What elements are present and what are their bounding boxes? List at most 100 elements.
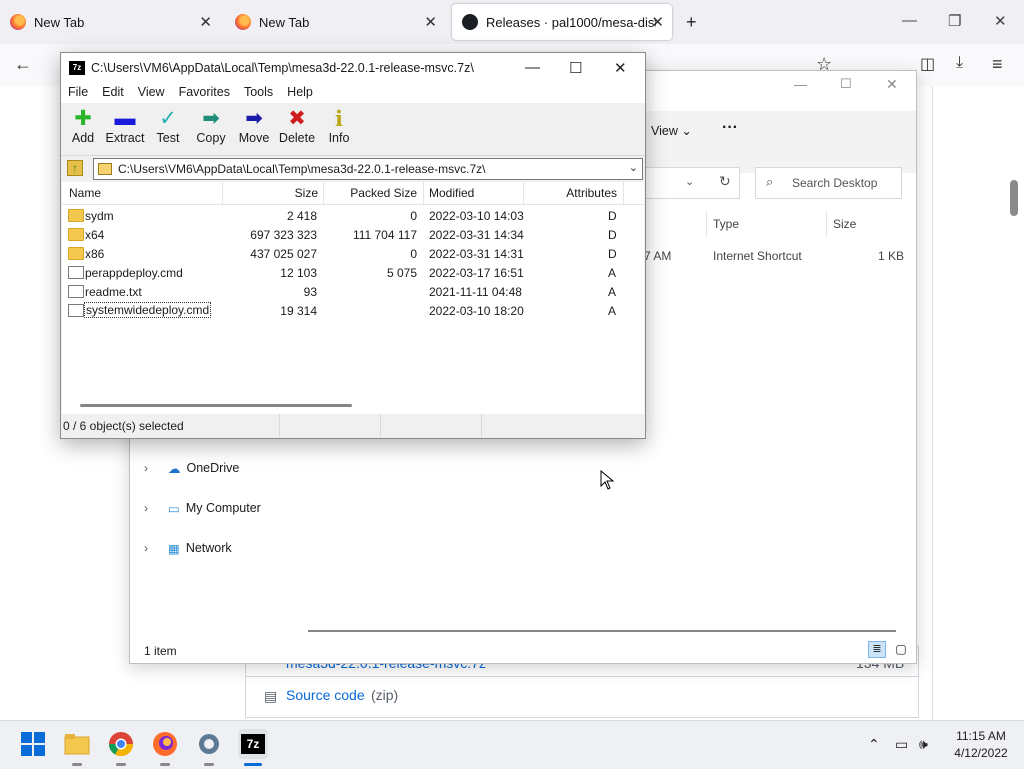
add-button[interactable]: ✚ Add	[61, 107, 105, 145]
chevron-right-icon[interactable]: ›	[144, 461, 160, 475]
button-label: Add	[71, 131, 95, 145]
source-code-link[interactable]: Source code	[286, 687, 365, 703]
details-view-icon[interactable]: ≣	[868, 641, 886, 658]
folder-up-icon[interactable]: ↑	[67, 160, 83, 176]
menu-tools[interactable]: Tools	[237, 83, 280, 103]
gear-icon	[199, 734, 219, 754]
search-box[interactable]: ⌕ Search Desktop	[755, 167, 902, 199]
settings-taskbar-button[interactable]	[194, 729, 224, 759]
close-tab-icon[interactable]: ✕	[199, 13, 212, 31]
status-cell	[280, 414, 381, 437]
file-size: 2 418	[286, 209, 317, 223]
list-item[interactable]: systemwidedeploy.cmd 19 314 2022-03-10 1…	[62, 301, 644, 320]
close-tab-icon[interactable]: ✕	[424, 13, 437, 31]
path-combobox[interactable]: C:\Users\VM6\AppData\Local\Temp\mesa3d-2…	[93, 158, 643, 180]
more-options-icon[interactable]: ···	[722, 119, 738, 137]
menu-file[interactable]: File	[61, 83, 95, 103]
menu-icon[interactable]: ≡	[992, 54, 1003, 75]
network-icon[interactable]: ▭	[895, 736, 908, 753]
close-icon[interactable]: ✕	[886, 76, 898, 93]
column-size[interactable]: Size	[222, 186, 318, 200]
maximize-icon[interactable]: ☐	[840, 76, 852, 92]
volume-icon[interactable]: 🕪	[919, 736, 928, 753]
list-item[interactable]: readme.txt 93 2021-11-11 04:48 A	[62, 282, 644, 301]
minimize-icon[interactable]: —	[525, 59, 540, 76]
large-icons-view-icon[interactable]: ▢	[892, 641, 910, 658]
file-explorer-taskbar-button[interactable]	[62, 729, 92, 759]
button-label: Copy	[196, 131, 226, 145]
menu-help[interactable]: Help	[280, 83, 320, 103]
horizontal-scrollbar[interactable]	[308, 630, 896, 632]
restore-icon[interactable]: ❐	[948, 12, 961, 30]
sevenzip-taskbar-button[interactable]: 7z	[238, 729, 268, 759]
maximize-icon[interactable]: ☐	[569, 59, 582, 77]
menu-favorites[interactable]: Favorites	[172, 83, 237, 103]
firefox-icon	[153, 732, 177, 756]
chevron-down-icon[interactable]: ⌄	[629, 161, 638, 174]
chevron-right-icon[interactable]: ›	[144, 541, 160, 555]
view-button[interactable]: View ⌄	[651, 123, 692, 138]
chevron-right-icon[interactable]: ›	[144, 501, 160, 515]
column-packed-size[interactable]: Packed Size	[323, 186, 417, 200]
list-item[interactable]: perappdeploy.cmd 12 103 5 075 2022-03-17…	[62, 263, 644, 282]
menu-edit[interactable]: Edit	[95, 83, 131, 103]
list-item[interactable]: x64 697 323 323 111 704 117 2022-03-31 1…	[62, 225, 644, 244]
extract-button[interactable]: ▬ Extract	[103, 107, 147, 145]
file-size: 93	[303, 285, 317, 299]
minimize-icon[interactable]: —	[902, 12, 917, 29]
title-bar[interactable]: 7z C:\Users\VM6\AppData\Local\Temp\mesa3…	[61, 53, 645, 83]
network-icon: ▦	[168, 541, 180, 556]
refresh-icon[interactable]: ↻	[719, 173, 731, 190]
address-dropdown-icon[interactable]: ⌄	[685, 175, 694, 188]
copy-button[interactable]: ➡ Copy	[189, 107, 233, 145]
close-icon[interactable]: ✕	[614, 59, 627, 77]
back-icon[interactable]: ←	[14, 54, 32, 75]
chevron-up-icon[interactable]: ⌃	[868, 736, 880, 753]
new-tab-icon[interactable]: +	[686, 12, 697, 33]
horizontal-scrollbar[interactable]	[80, 404, 352, 407]
column-name[interactable]: Name	[69, 186, 101, 200]
file-date: 7 AM	[644, 249, 672, 263]
tree-item-network[interactable]: › ▦ Network	[144, 538, 232, 558]
tree-item-onedrive[interactable]: › ☁ OneDrive	[144, 458, 239, 478]
test-button[interactable]: ✓ Test	[146, 107, 190, 145]
list-item[interactable]: x86 437 025 027 0 2022-03-31 14:31 D	[62, 244, 644, 263]
source-code-row: ▤ Source code (zip)	[245, 676, 919, 718]
list-item[interactable]: sydm 2 418 0 2022-03-10 14:03 D	[62, 206, 644, 225]
divider	[623, 182, 624, 204]
downloads-icon[interactable]: ⤓	[956, 54, 963, 72]
file-name: x86	[85, 247, 105, 261]
archive-icon	[98, 163, 112, 175]
tab-label: New Tab	[259, 14, 310, 30]
tab-new-tab-2[interactable]: New Tab ✕	[225, 4, 445, 40]
chrome-taskbar-button[interactable]	[106, 729, 136, 759]
minimize-icon[interactable]: —	[794, 77, 807, 92]
menu-view[interactable]: View	[131, 83, 172, 103]
file-name: sydm	[85, 209, 114, 223]
file-size: 12 103	[280, 266, 317, 280]
close-tab-icon[interactable]: ✕	[651, 13, 664, 31]
column-type[interactable]: Type	[713, 217, 739, 231]
column-modified[interactable]: Modified	[429, 186, 474, 200]
firefox-taskbar-button[interactable]	[150, 729, 180, 759]
move-button[interactable]: ➡ Move	[232, 107, 276, 145]
taskbar: 7z ⌃ ▭ 🕪 11:15 AM 4/12/2022	[0, 720, 1024, 769]
column-size[interactable]: Size	[833, 217, 856, 231]
tree-item-my-computer[interactable]: › ▭ My Computer	[144, 498, 261, 518]
pocket-icon[interactable]: ◫	[920, 54, 935, 74]
delete-button[interactable]: ✖ Delete	[275, 107, 319, 145]
modified: 2022-03-10 14:03	[429, 209, 524, 223]
info-button[interactable]: i Info	[317, 107, 361, 146]
tab-new-tab-1[interactable]: New Tab ✕	[0, 4, 220, 40]
file-size: 1 KB	[878, 249, 905, 263]
selection-status: 0 / 6 object(s) selected	[63, 419, 184, 433]
github-icon	[462, 14, 478, 30]
page-scrollbar[interactable]	[1010, 180, 1018, 216]
close-window-icon[interactable]: ✕	[994, 12, 1007, 30]
tree-label: OneDrive	[186, 461, 240, 475]
start-button[interactable]	[18, 729, 48, 759]
clock[interactable]: 11:15 AM 4/12/2022	[946, 729, 1016, 760]
column-attributes[interactable]: Attributes	[523, 186, 617, 200]
computer-icon: ▭	[168, 501, 180, 516]
tab-releases[interactable]: Releases · pal1000/mesa-dist-wi ✕	[452, 4, 672, 40]
